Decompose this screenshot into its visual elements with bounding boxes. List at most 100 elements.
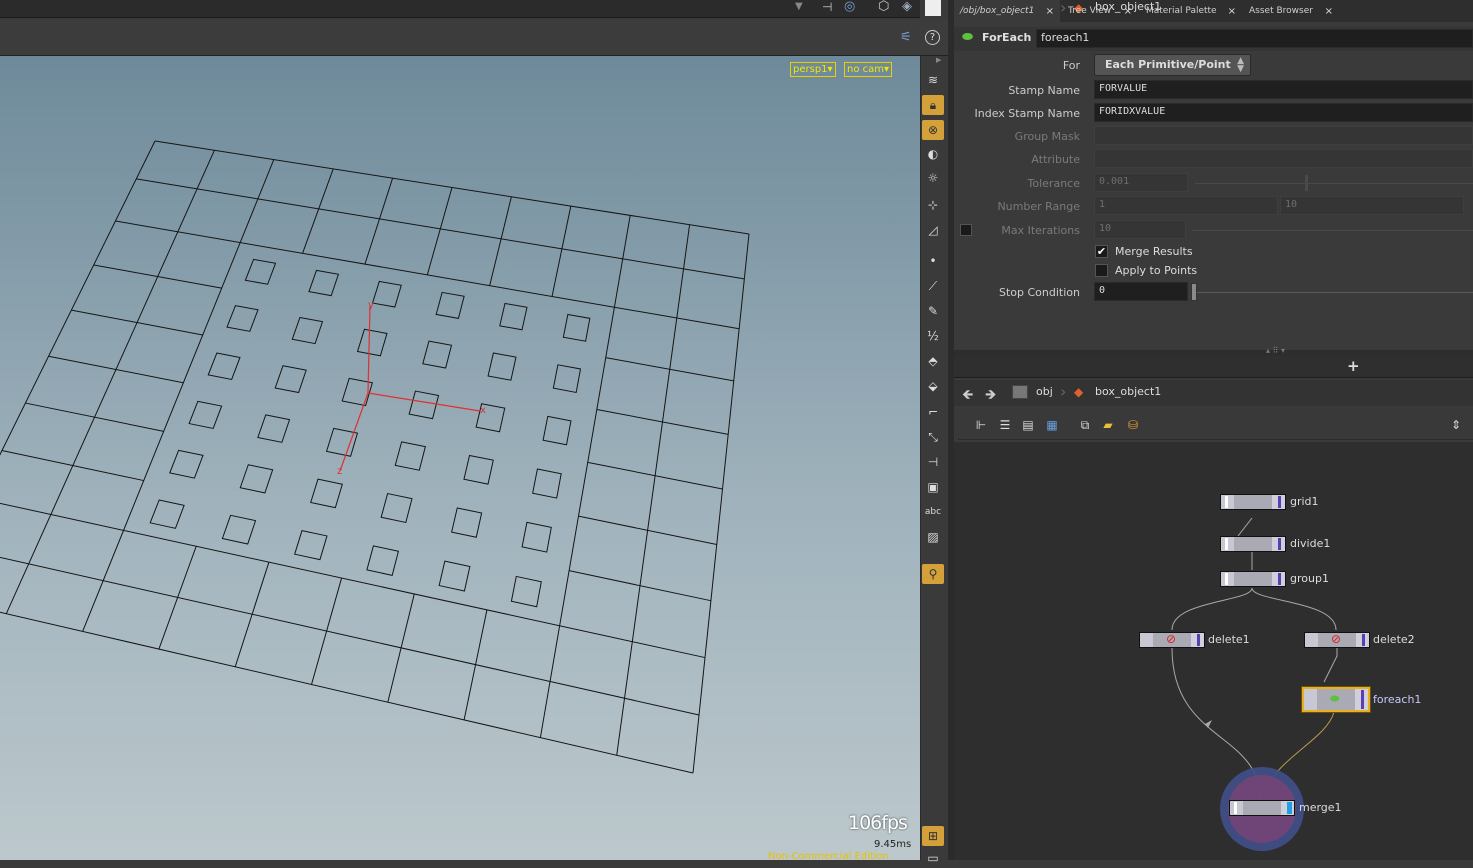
close-tab-icon[interactable]: × bbox=[1325, 6, 1333, 17]
group-mask-field[interactable] bbox=[1094, 126, 1473, 145]
network-editor[interactable]: grid1 divide1 group1 ⊘ delete1 ⊘ delete2… bbox=[954, 442, 1473, 860]
shading-icon[interactable]: ◐ bbox=[922, 144, 944, 164]
image-display-icon[interactable]: ▨ bbox=[922, 527, 944, 547]
net-path-obj[interactable]: obj bbox=[1036, 385, 1053, 398]
snap-icon[interactable]: ◎ bbox=[844, 0, 855, 14]
frame-icon[interactable]: ▣ bbox=[922, 477, 944, 497]
network-box-icon[interactable]: ⧉ bbox=[1077, 417, 1093, 433]
tab-material-palette[interactable]: Material Palette × bbox=[1140, 0, 1242, 22]
normal-display-icon[interactable]: ⟋ bbox=[922, 276, 944, 296]
forward-arrow-icon[interactable]: 🡺 bbox=[985, 384, 996, 408]
display-settings-icon[interactable]: ⚟ bbox=[900, 30, 912, 45]
lock-icon[interactable]: 🔒︎ bbox=[922, 95, 944, 115]
camera-icon[interactable]: ⬡ bbox=[878, 0, 889, 14]
toolbar-collapse-icon[interactable]: ▶ bbox=[936, 56, 941, 64]
node-grid1[interactable] bbox=[1220, 494, 1286, 510]
tab-tree-view[interactable]: Tree View × bbox=[1062, 0, 1138, 22]
node-group1-label[interactable]: group1 bbox=[1290, 572, 1329, 585]
max-iterations-toggle[interactable] bbox=[960, 224, 972, 236]
merge-results-checkbox[interactable]: ✔ bbox=[1095, 245, 1108, 258]
dropdown-arrow-icon[interactable]: ▼ bbox=[795, 1, 803, 12]
add-tab-icon[interactable]: + bbox=[1347, 357, 1360, 375]
tolerance-slider[interactable] bbox=[1195, 183, 1473, 184]
viewport-corner-tile[interactable] bbox=[925, 0, 941, 16]
node-merge1[interactable] bbox=[1229, 800, 1295, 816]
vertex-icon[interactable]: ⊹ bbox=[922, 195, 944, 215]
network-toolbar: ⊩ ☰ ▤ ▦ ⧉ ▰ ⛁ ⇕ bbox=[958, 410, 1473, 440]
edge-icon[interactable]: ◿ bbox=[922, 220, 944, 240]
grid-view-icon[interactable]: ▦ bbox=[1044, 417, 1060, 433]
for-menu[interactable]: Each Primitive/Point ▲ ▼ bbox=[1094, 54, 1251, 76]
text-display-icon[interactable]: abc bbox=[922, 502, 944, 522]
3d-viewport[interactable]: y x z persp1▾ no cam▾ 106fps 9.45ms Non-… bbox=[0, 56, 920, 860]
node-delete2-label[interactable]: delete2 bbox=[1373, 633, 1415, 646]
attribute-field[interactable] bbox=[1094, 149, 1473, 168]
point-numbers-icon[interactable]: ½ bbox=[922, 326, 944, 346]
node-group1[interactable] bbox=[1220, 571, 1286, 587]
node-foreach1-label[interactable]: foreach1 bbox=[1373, 693, 1421, 706]
bottom-tool-icon[interactable]: ▭ bbox=[922, 848, 944, 868]
node-delete1[interactable]: ⊘ bbox=[1139, 632, 1205, 648]
geo-object-icon: ◆ bbox=[1074, 385, 1084, 399]
stop-condition-slider[interactable] bbox=[1195, 292, 1473, 293]
handle-icon[interactable]: ⊣ bbox=[922, 452, 944, 472]
stamp-name-field[interactable]: FORVALUE bbox=[1094, 80, 1473, 99]
node-delete1-label[interactable]: delete1 bbox=[1208, 633, 1250, 646]
stop-condition-field[interactable]: 0 bbox=[1094, 282, 1188, 301]
net-path-object[interactable]: box_object1 bbox=[1095, 385, 1161, 398]
node-grid1-label[interactable]: grid1 bbox=[1290, 495, 1319, 508]
prim-normals-icon[interactable]: ⬘ bbox=[922, 351, 944, 371]
stamp-name-label: Stamp Name bbox=[1008, 84, 1080, 97]
node-delete2[interactable]: ⊘ bbox=[1304, 632, 1370, 648]
camera-menu[interactable]: persp1▾ bbox=[790, 62, 836, 77]
back-arrow-icon[interactable]: 🡸 bbox=[962, 384, 973, 408]
primitive-square bbox=[325, 427, 359, 457]
tolerance-field[interactable]: 0.001 bbox=[1094, 173, 1188, 192]
scale-icon[interactable]: ⤡ bbox=[922, 427, 944, 447]
grid-line bbox=[364, 178, 394, 265]
number-range-start-field[interactable]: 1 bbox=[1094, 196, 1278, 215]
max-iterations-field[interactable]: 10 bbox=[1094, 220, 1186, 239]
fps-readout: 106fps bbox=[848, 812, 908, 834]
primitive-square bbox=[499, 302, 528, 331]
prim-numbers-icon[interactable]: ⬙ bbox=[922, 376, 944, 396]
details-view-icon[interactable]: ▤ bbox=[1020, 417, 1036, 433]
node-foreach1[interactable]: ⬬ bbox=[1302, 687, 1370, 712]
primitive-square bbox=[149, 499, 185, 529]
help-icon[interactable]: ? bbox=[925, 30, 940, 45]
tree-layout-icon[interactable]: ⊩ bbox=[973, 417, 989, 433]
quad-view-icon[interactable]: ⊞ bbox=[922, 826, 944, 846]
index-stamp-field[interactable]: FORIDXVALUE bbox=[1094, 103, 1473, 122]
max-iterations-slider[interactable] bbox=[1192, 230, 1473, 231]
pen-icon[interactable]: ✎ bbox=[922, 301, 944, 321]
camera-lock-icon[interactable]: ⊗ bbox=[922, 120, 944, 140]
stop-condition-slider-handle[interactable] bbox=[1191, 283, 1197, 301]
point-display-icon[interactable]: • bbox=[922, 251, 944, 271]
tab-asset-browser[interactable]: Asset Browser × bbox=[1243, 0, 1339, 22]
tab-network[interactable]: /obj/box_object1 × bbox=[954, 0, 1060, 22]
node-divide1[interactable] bbox=[1220, 536, 1286, 552]
pin-icon[interactable]: ⊣ bbox=[822, 0, 832, 14]
primitive-square bbox=[422, 340, 453, 369]
uv-icon[interactable]: ⌐ bbox=[922, 402, 944, 422]
pin-location-icon[interactable]: ⚲ bbox=[922, 564, 944, 584]
light-icon[interactable]: ☼ bbox=[922, 168, 944, 188]
close-tab-icon[interactable]: × bbox=[1124, 6, 1132, 17]
foreach-node-icon: ⬬ bbox=[962, 30, 974, 45]
pane-expand-icon[interactable]: ▴ ⠿ ▾ bbox=[1266, 346, 1285, 355]
pane-options-icon[interactable]: ⇕ bbox=[1448, 417, 1464, 433]
apply-points-checkbox[interactable] bbox=[1095, 264, 1108, 277]
number-range-end-field[interactable]: 10 bbox=[1280, 196, 1464, 215]
display-options-icon[interactable]: ◈ bbox=[902, 0, 912, 14]
node-merge1-label[interactable]: merge1 bbox=[1299, 801, 1342, 814]
subnet-icon[interactable]: ⛁ bbox=[1125, 417, 1141, 433]
sticky-note-icon[interactable]: ▰ bbox=[1100, 417, 1116, 433]
close-tab-icon[interactable]: × bbox=[1228, 6, 1236, 17]
tolerance-slider-handle[interactable] bbox=[1305, 175, 1308, 191]
layers-icon[interactable]: ≋ bbox=[922, 70, 944, 90]
node-name-field[interactable]: foreach1 bbox=[1036, 29, 1473, 48]
close-tab-icon[interactable]: × bbox=[1046, 6, 1054, 17]
list-view-icon[interactable]: ☰ bbox=[997, 417, 1013, 433]
cam-select-menu[interactable]: no cam▾ bbox=[844, 62, 893, 77]
node-divide1-label[interactable]: divide1 bbox=[1290, 537, 1330, 550]
